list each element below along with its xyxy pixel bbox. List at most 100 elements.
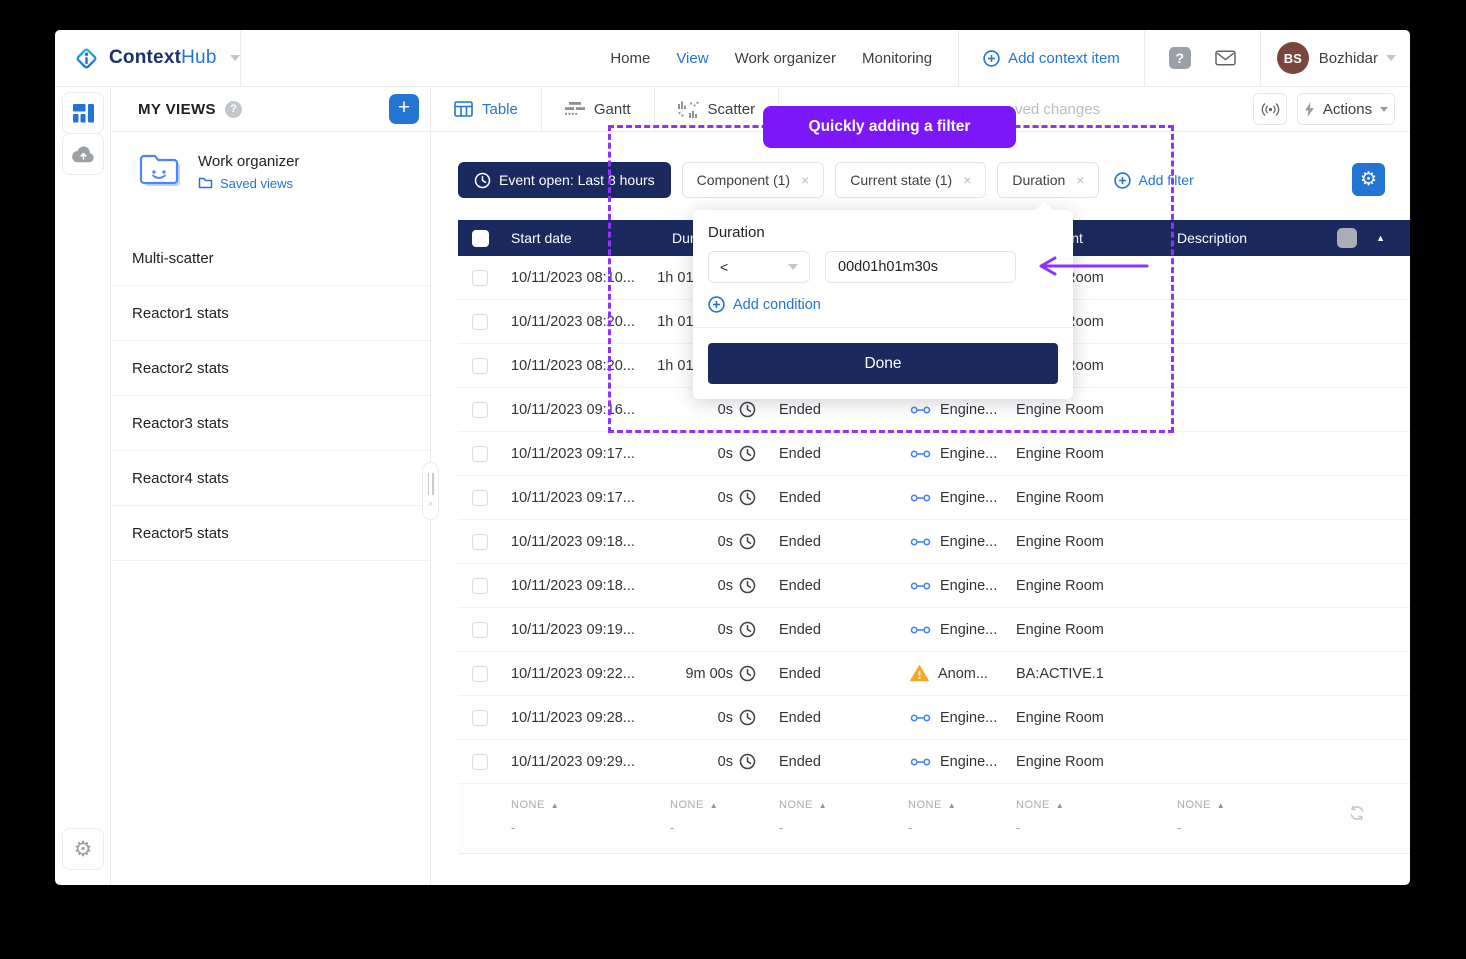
table-row[interactable]: 10/11/2023 09:22... 9m 00s Ended Anom...… [458, 652, 1410, 696]
footer-aggregation-start-date[interactable]: NONE ▲ - [502, 784, 661, 853]
avatar[interactable]: BS [1277, 42, 1309, 74]
view-item-reactor2-stats[interactable]: Reactor2 stats [111, 341, 430, 396]
filter-pill-duration[interactable]: Duration× [997, 162, 1099, 198]
saved-views-link[interactable]: Saved views [198, 176, 299, 191]
actions-button[interactable]: Actions [1297, 93, 1395, 125]
cloud-upload-button[interactable] [62, 133, 104, 175]
cell-component: Engine... [899, 622, 1007, 638]
brand[interactable]: ContextHub [55, 30, 241, 86]
cell-start-date: 10/11/2023 09:18... [502, 534, 661, 550]
clock-icon [474, 172, 491, 189]
table-row[interactable]: 10/11/2023 09:28... 0s Ended Engine... E… [458, 696, 1410, 740]
table-row[interactable]: 10/11/2023 09:17... 0s Ended Engine... E… [458, 476, 1410, 520]
add-filter-button[interactable]: Add filter [1114, 172, 1193, 189]
operator-select[interactable]: < [708, 251, 810, 283]
row-checkbox[interactable] [472, 578, 488, 594]
sidebar: MY VIEWS ? + Work organizer Saved [110, 87, 431, 885]
row-checkbox[interactable] [472, 754, 488, 770]
lightning-icon [1304, 102, 1315, 117]
tab-gantt[interactable]: Gantt [542, 87, 655, 131]
mail-icon[interactable] [1215, 50, 1236, 66]
layout-icon [73, 104, 94, 123]
clock-icon [739, 577, 756, 594]
view-item-reactor1-stats[interactable]: Reactor1 stats [111, 286, 430, 341]
row-checkbox[interactable] [472, 490, 488, 506]
row-checkbox[interactable] [472, 666, 488, 682]
row-checkbox[interactable] [472, 446, 488, 462]
broadcast-button[interactable] [1253, 93, 1287, 125]
table-row[interactable]: 10/11/2023 09:17... 0s Ended Engine... E… [458, 432, 1410, 476]
cell-duration: 0s [661, 489, 770, 506]
table-row[interactable]: 10/11/2023 09:19... 0s Ended Engine... E… [458, 608, 1410, 652]
table-settings-button[interactable]: ⚙ [1352, 163, 1385, 196]
row-checkbox[interactable] [472, 358, 488, 374]
view-item-reactor3-stats[interactable]: Reactor3 stats [111, 396, 430, 451]
add-view-button[interactable]: + [389, 94, 419, 124]
remove-filter-icon[interactable]: × [1076, 172, 1084, 188]
link-icon [910, 712, 931, 724]
footer-aggregation-description[interactable]: NONE ▲ - [1168, 784, 1410, 853]
dashboard-layout-button[interactable] [62, 92, 104, 134]
row-checkbox[interactable] [472, 402, 488, 418]
refresh-icon[interactable] [1348, 804, 1366, 827]
table-row[interactable]: 10/11/2023 09:29... 0s Ended Engine... E… [458, 740, 1410, 784]
user-menu-chevron-icon[interactable] [1386, 55, 1396, 61]
cell-start-date: 10/11/2023 09:28... [502, 710, 661, 726]
footer-aggregation-current-state[interactable]: NONE ▲ - [770, 784, 899, 853]
nav-work-organizer[interactable]: Work organizer [735, 50, 836, 67]
cell-equipment: Engine Room [1007, 402, 1168, 418]
cell-current-state: Ended [770, 666, 899, 682]
clock-icon [739, 665, 756, 682]
footer-aggregation-component[interactable]: NONE ▲ - [899, 784, 1007, 853]
select-all-checkbox[interactable] [472, 230, 489, 247]
cell-equipment: Engine Room [1007, 446, 1168, 462]
footer-aggregation-equipment[interactable]: NONE ▲ - [1007, 784, 1168, 853]
view-item-reactor4-stats[interactable]: Reactor4 stats [111, 451, 430, 506]
nav-monitoring[interactable]: Monitoring [862, 50, 932, 67]
user-name[interactable]: Bozhidar [1319, 50, 1378, 67]
cell-duration: 0s [661, 401, 770, 418]
nav-home[interactable]: Home [610, 50, 650, 67]
header-start-date[interactable]: Start date [502, 230, 661, 246]
done-button[interactable]: Done [708, 343, 1058, 384]
nav-view[interactable]: View [676, 50, 708, 67]
time-filter-pill[interactable]: Event open: Last 8 hours [458, 162, 671, 198]
remove-filter-icon[interactable]: × [801, 172, 809, 188]
help-button[interactable]: ? [1169, 47, 1191, 69]
navbar-right: Home View Work organizer Monitoring Add con… [610, 30, 1410, 86]
row-checkbox[interactable] [472, 270, 488, 286]
divider [1260, 30, 1261, 87]
cell-component: Engine... [899, 490, 1007, 506]
cell-duration: 0s [661, 445, 770, 462]
link-icon [910, 448, 931, 460]
filter-pill-current-state-1-[interactable]: Current state (1)× [835, 162, 986, 198]
add-condition-button[interactable]: Add condition [708, 296, 1058, 313]
row-checkbox[interactable] [472, 314, 488, 330]
header-description[interactable]: Description ▲ [1168, 228, 1410, 248]
row-checkbox[interactable] [472, 622, 488, 638]
help-circle-icon[interactable]: ? [225, 101, 242, 118]
add-context-item-button[interactable]: Add context item [983, 50, 1120, 67]
duration-filter-popup: Duration < Add condition Done [693, 210, 1073, 399]
column-options-icon[interactable] [1337, 228, 1357, 248]
table-row[interactable]: 10/11/2023 09:18... 0s Ended Engine... E… [458, 564, 1410, 608]
tab-table[interactable]: Table [431, 87, 542, 131]
sort-ascending-icon: ▲ [819, 801, 827, 810]
row-checkbox[interactable] [472, 534, 488, 550]
sort-ascending-icon[interactable]: ▲ [1376, 233, 1385, 243]
row-checkbox[interactable] [472, 710, 488, 726]
filter-pill-component-1-[interactable]: Component (1)× [682, 162, 825, 198]
cell-component: Engine... [899, 578, 1007, 594]
cell-component: Engine... [899, 402, 1007, 418]
filter-bar: Event open: Last 8 hours Component (1)× C… [458, 162, 1194, 198]
workspace-card[interactable]: Work organizer Saved views [111, 132, 430, 207]
remove-filter-icon[interactable]: × [963, 172, 971, 188]
footer-aggregation-duration[interactable]: NONE ▲ - [661, 784, 770, 853]
sidebar-resize-handle[interactable]: × [422, 462, 439, 520]
view-item-multi-scatter[interactable]: Multi-scatter [111, 231, 430, 286]
table-row[interactable]: 10/11/2023 09:18... 0s Ended Engine... E… [458, 520, 1410, 564]
duration-value-input[interactable] [825, 251, 1016, 283]
settings-rail-button[interactable]: ⚙ [62, 828, 104, 870]
tab-scatter[interactable]: Scatter [655, 87, 780, 131]
view-item-reactor5-stats[interactable]: Reactor5 stats [111, 506, 430, 561]
